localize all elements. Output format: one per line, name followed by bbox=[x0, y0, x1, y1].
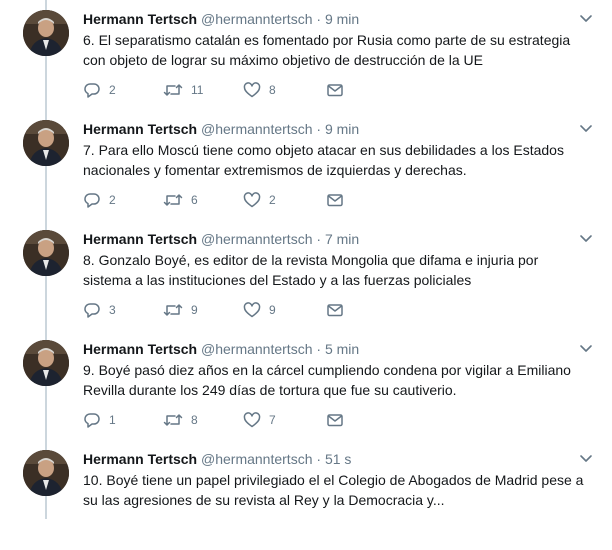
author-name[interactable]: Hermann Tertsch bbox=[83, 451, 197, 467]
like-count: 8 bbox=[269, 83, 276, 97]
reply-count: 2 bbox=[109, 83, 116, 97]
chevron-down-icon[interactable] bbox=[578, 340, 594, 356]
tweet-header: Hermann Tertsch @hermanntertsch · 9 min bbox=[83, 9, 563, 29]
reply-icon bbox=[83, 191, 101, 209]
separator: · bbox=[316, 121, 322, 137]
chevron-down-icon[interactable] bbox=[578, 120, 594, 136]
like-button[interactable]: 9 bbox=[243, 300, 276, 320]
reply-count: 3 bbox=[109, 303, 116, 317]
reply-icon bbox=[83, 411, 101, 429]
retweet-icon bbox=[163, 81, 183, 99]
retweet-icon bbox=[163, 301, 183, 319]
retweet-icon bbox=[163, 191, 183, 209]
retweet-button[interactable]: 6 bbox=[163, 190, 198, 210]
tweet-text: 10. Boyé tiene un papel privilegiado el … bbox=[83, 472, 584, 508]
message-button[interactable] bbox=[326, 80, 344, 100]
heart-icon bbox=[243, 411, 261, 429]
tweet-header: Hermann Tertsch @hermanntertsch · 5 min bbox=[83, 339, 563, 359]
tweet-actions: 3 9 9 bbox=[83, 300, 383, 320]
author-name[interactable]: Hermann Tertsch bbox=[83, 11, 197, 27]
heart-icon bbox=[243, 191, 261, 209]
reply-button[interactable]: 2 bbox=[83, 80, 116, 100]
tweet-actions: 2 6 2 bbox=[83, 190, 383, 210]
timestamp[interactable]: 51 s bbox=[325, 451, 351, 467]
author-handle[interactable]: @hermanntertsch bbox=[201, 121, 312, 137]
tweet-header: Hermann Tertsch @hermanntertsch · 51 s bbox=[83, 449, 563, 469]
author-name[interactable]: Hermann Tertsch bbox=[83, 231, 197, 247]
tweet-header: Hermann Tertsch @hermanntertsch · 7 min bbox=[83, 229, 563, 249]
heart-icon bbox=[243, 301, 261, 319]
envelope-icon bbox=[326, 81, 344, 99]
reply-count: 1 bbox=[109, 413, 116, 427]
avatar[interactable] bbox=[23, 120, 69, 166]
retweet-icon bbox=[163, 411, 183, 429]
like-button[interactable]: 8 bbox=[243, 80, 276, 100]
retweet-button[interactable]: 11 bbox=[163, 80, 203, 100]
author-handle[interactable]: @hermanntertsch bbox=[201, 11, 312, 27]
tweet-text: 9. Boyé pasó diez años en la cárcel cump… bbox=[83, 362, 571, 398]
avatar[interactable] bbox=[23, 230, 69, 276]
retweet-count: 9 bbox=[191, 303, 198, 317]
separator: · bbox=[316, 451, 322, 467]
tweet-actions: 2 11 8 bbox=[83, 80, 383, 100]
timestamp[interactable]: 9 min bbox=[325, 11, 359, 27]
separator: · bbox=[316, 231, 322, 247]
author-handle[interactable]: @hermanntertsch bbox=[201, 451, 312, 467]
separator: · bbox=[316, 341, 322, 357]
message-button[interactable] bbox=[326, 190, 344, 210]
envelope-icon bbox=[326, 191, 344, 209]
timestamp[interactable]: 5 min bbox=[325, 341, 359, 357]
tweet[interactable]: Hermann Tertsch @hermanntertsch · 7 min … bbox=[0, 220, 612, 330]
timestamp[interactable]: 9 min bbox=[325, 121, 359, 137]
tweet-text: 6. El separatismo catalán es fomentado p… bbox=[83, 32, 571, 68]
reply-count: 2 bbox=[109, 193, 116, 207]
tweet-header: Hermann Tertsch @hermanntertsch · 9 min bbox=[83, 119, 563, 139]
retweet-count: 8 bbox=[191, 413, 198, 427]
message-button[interactable] bbox=[326, 410, 344, 430]
tweet[interactable]: Hermann Tertsch @hermanntertsch · 5 min … bbox=[0, 330, 612, 440]
timestamp[interactable]: 7 min bbox=[325, 231, 359, 247]
like-button[interactable]: 2 bbox=[243, 190, 276, 210]
reply-button[interactable]: 2 bbox=[83, 190, 116, 210]
retweet-count: 11 bbox=[191, 83, 204, 97]
heart-icon bbox=[243, 81, 261, 99]
avatar[interactable] bbox=[23, 10, 69, 56]
tweet-actions: 1 8 7 bbox=[83, 410, 383, 430]
like-count: 7 bbox=[269, 413, 276, 427]
envelope-icon bbox=[326, 411, 344, 429]
tweet[interactable]: Hermann Tertsch @hermanntertsch · 9 min … bbox=[0, 0, 612, 110]
chevron-down-icon[interactable] bbox=[578, 450, 594, 466]
separator: · bbox=[316, 11, 322, 27]
reply-icon bbox=[83, 301, 101, 319]
author-handle[interactable]: @hermanntertsch bbox=[201, 341, 312, 357]
tweet-text: 8. Gonzalo Boyé, es editor de la revista… bbox=[83, 252, 539, 288]
retweet-button[interactable]: 8 bbox=[163, 410, 198, 430]
avatar[interactable] bbox=[23, 450, 69, 496]
envelope-icon bbox=[326, 301, 344, 319]
message-button[interactable] bbox=[326, 300, 344, 320]
reply-button[interactable]: 3 bbox=[83, 300, 116, 320]
tweet[interactable]: Hermann Tertsch @hermanntertsch · 51 s 1… bbox=[0, 440, 612, 550]
chevron-down-icon[interactable] bbox=[578, 230, 594, 246]
author-handle[interactable]: @hermanntertsch bbox=[201, 231, 312, 247]
reply-button[interactable]: 1 bbox=[83, 410, 116, 430]
retweet-button[interactable]: 9 bbox=[163, 300, 198, 320]
author-name[interactable]: Hermann Tertsch bbox=[83, 341, 197, 357]
like-button[interactable]: 7 bbox=[243, 410, 276, 430]
like-count: 9 bbox=[269, 303, 276, 317]
reply-icon bbox=[83, 81, 101, 99]
retweet-count: 6 bbox=[191, 193, 198, 207]
author-name[interactable]: Hermann Tertsch bbox=[83, 121, 197, 137]
tweet-text: 7. Para ello Moscú tiene como objeto ata… bbox=[83, 142, 564, 178]
tweet[interactable]: Hermann Tertsch @hermanntertsch · 9 min … bbox=[0, 110, 612, 220]
like-count: 2 bbox=[269, 193, 276, 207]
chevron-down-icon[interactable] bbox=[578, 10, 594, 26]
avatar[interactable] bbox=[23, 340, 69, 386]
